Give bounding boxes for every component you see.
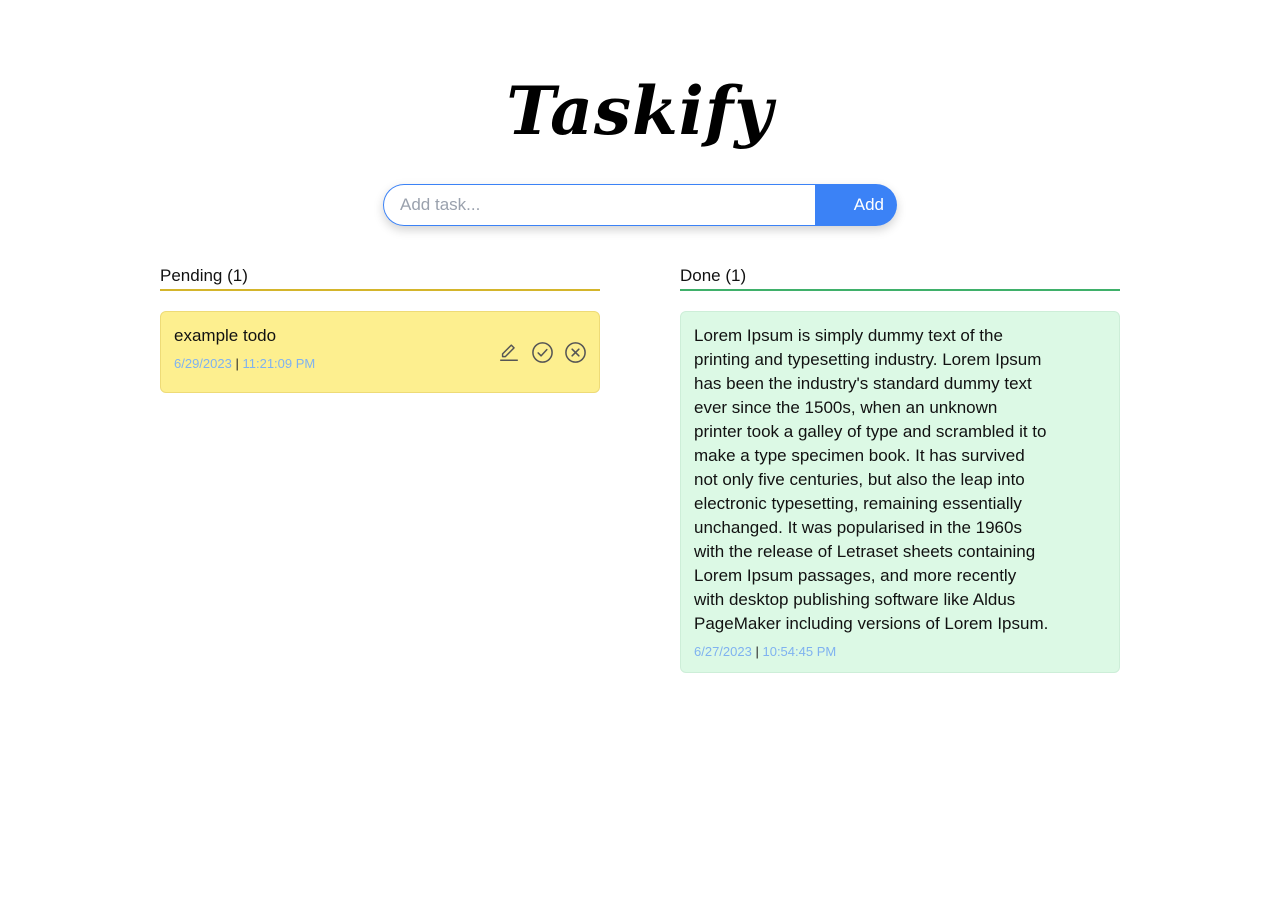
edit-icon[interactable] (497, 340, 521, 364)
add-task-input[interactable] (383, 184, 815, 226)
pending-column: Pending (1) example todo 6/29/2023 | 11:… (160, 264, 600, 393)
task-time: 11:21:09 PM (242, 356, 316, 371)
task-timestamp: 6/27/2023 | 10:54:45 PM (694, 644, 1107, 660)
task-card: Lorem Ipsum is simply dummy text of the … (680, 311, 1120, 673)
task-text: Lorem Ipsum is simply dummy text of the … (694, 326, 1049, 633)
timestamp-separator: | (755, 644, 759, 659)
add-task-form: Add (383, 184, 897, 226)
done-column-title: Done (1) (680, 264, 1120, 291)
task-card: example todo 6/29/2023 | 11:21:09 PM (160, 311, 600, 393)
task-actions (497, 340, 587, 364)
timestamp-separator: | (235, 356, 239, 371)
close-circle-icon[interactable] (563, 340, 587, 364)
pending-column-title: Pending (1) (160, 264, 600, 291)
task-time: 10:54:45 PM (762, 644, 837, 659)
task-date: 6/27/2023 (694, 644, 752, 659)
app-logo: Taskify (506, 72, 774, 150)
add-task-button[interactable]: Add (815, 184, 897, 226)
done-column: Done (1) Lorem Ipsum is simply dummy tex… (680, 264, 1120, 673)
check-circle-icon[interactable] (530, 340, 554, 364)
app-root: Taskify Add Pending (1) example todo 6/2… (0, 0, 1280, 898)
task-date: 6/29/2023 (174, 356, 232, 371)
